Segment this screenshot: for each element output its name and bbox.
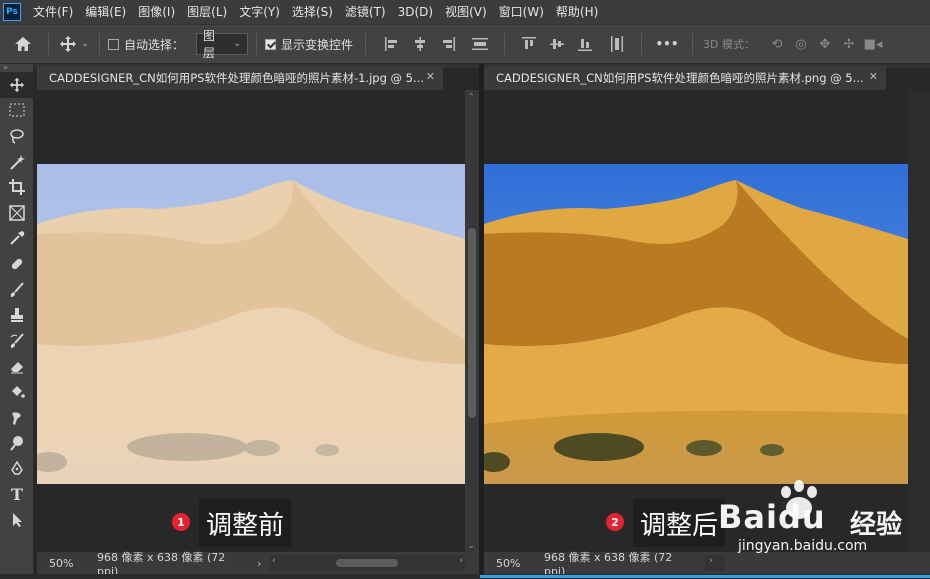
3d-orbit-icon[interactable]: ⟲ — [765, 37, 789, 52]
align-hcenter-icon[interactable] — [406, 37, 434, 51]
auto-select-checkbox[interactable] — [108, 38, 119, 50]
3d-scale-icon[interactable]: ■◂ — [861, 37, 885, 52]
auto-select-dropdown[interactable]: 图层 ⌄ — [196, 29, 249, 60]
menu-edit[interactable]: 编辑(E) — [79, 0, 132, 24]
baidu-jingyan-watermark: Baidu 经验 jingyan.baidu.com — [716, 478, 926, 558]
scroll-thumb[interactable] — [336, 559, 398, 567]
clone-stamp-icon[interactable] — [0, 302, 34, 328]
menu-file[interactable]: 文件(F) — [27, 0, 79, 24]
move-icon[interactable] — [0, 72, 34, 98]
healing-brush-icon[interactable] — [0, 251, 34, 277]
smudge-icon[interactable] — [0, 405, 34, 431]
document-canvas-1[interactable] — [37, 90, 465, 552]
options-bar: ⌄ 自动选择： 图层 ⌄ 显示变换控件 ••• 3D 模式： ⟲ ◎ ✥ ✢ ■… — [0, 24, 930, 64]
chevron-right-icon[interactable]: › — [257, 557, 261, 570]
more-options-icon[interactable]: ••• — [652, 37, 682, 51]
chevron-left-icon[interactable]: ‹ — [272, 556, 276, 566]
brush-icon[interactable] — [0, 277, 34, 303]
auto-select-value: 图层 — [203, 29, 216, 60]
step-badge-2: 2 — [606, 513, 624, 531]
magic-wand-icon[interactable] — [0, 149, 34, 175]
desert-photo-before — [37, 164, 465, 484]
vertical-scrollbar-1[interactable]: ⌃ ⌄ — [465, 90, 479, 552]
menu-type[interactable]: 文字(Y) — [233, 0, 286, 24]
after-label: 调整后 — [633, 499, 726, 547]
frame-icon[interactable] — [0, 200, 34, 226]
watermark-brand: Baidu — [718, 498, 826, 536]
menu-window[interactable]: 窗口(W) — [493, 0, 550, 24]
watermark-url: jingyan.baidu.com — [738, 538, 868, 554]
scroll-thumb[interactable] — [468, 228, 476, 418]
chevron-down-icon[interactable]: ⌄ — [468, 541, 475, 550]
type-icon[interactable]: T — [0, 482, 34, 508]
menu-help[interactable]: 帮助(H) — [550, 0, 604, 24]
before-label: 调整前 — [199, 499, 292, 547]
menu-bar: Ps 文件(F) 编辑(E) 图像(I) 图层(L) 文字(Y) 选择(S) 滤… — [0, 0, 930, 24]
close-icon[interactable]: ✕ — [869, 70, 878, 83]
menu-view[interactable]: 视图(V) — [439, 0, 493, 24]
dodge-icon[interactable] — [0, 430, 34, 456]
show-transform-checkbox[interactable] — [265, 38, 277, 50]
desert-photo-after — [484, 164, 908, 484]
align-right-icon[interactable] — [434, 37, 462, 51]
align-vcenter-icon[interactable] — [543, 36, 571, 52]
align-left-icon[interactable] — [378, 37, 406, 51]
distribute-v-icon[interactable] — [603, 36, 631, 52]
tools-panel: » T — [0, 64, 34, 579]
pen-icon[interactable] — [0, 456, 34, 482]
bottom-edge — [0, 574, 930, 579]
chevron-right-icon[interactable]: › — [459, 556, 463, 566]
auto-select-label: 自动选择： — [124, 37, 185, 52]
zoom-level[interactable]: 50% — [37, 557, 85, 570]
home-icon[interactable] — [6, 36, 40, 52]
chevron-down-icon: ⌄ — [233, 39, 242, 49]
menu-filter[interactable]: 滤镜(T) — [339, 0, 392, 24]
history-brush-icon[interactable] — [0, 328, 34, 354]
paint-bucket-icon[interactable] — [0, 379, 34, 405]
document-tab-2[interactable]: CADDESIGNER_CN如何用PS软件处理颜色暗哑的照片素材.png @ 5… — [484, 66, 886, 90]
document-tab-title: CADDESIGNER_CN如何用PS软件处理颜色暗哑的照片素材.png @ 5… — [496, 71, 864, 85]
step-badge-1: 1 — [172, 513, 190, 531]
distribute-icon[interactable] — [466, 37, 494, 51]
path-selection-icon[interactable] — [0, 507, 34, 533]
lasso-icon[interactable] — [0, 123, 34, 149]
zoom-level[interactable]: 50% — [484, 557, 532, 570]
document-tab-1[interactable]: CADDESIGNER_CN如何用PS软件处理颜色暗哑的照片素材-1.jpg @… — [37, 66, 443, 90]
marquee-icon[interactable] — [0, 98, 34, 124]
scroll-progress-bar — [480, 575, 930, 578]
move-tool-preset-icon[interactable]: ⌄ — [57, 35, 91, 53]
collapse-toolbar-icon[interactable]: » — [0, 64, 33, 72]
align-bottom-icon[interactable] — [571, 36, 599, 52]
3d-pan-icon[interactable]: ✥ — [813, 37, 837, 52]
crop-icon[interactable] — [0, 174, 34, 200]
3d-roll-icon[interactable]: ◎ — [789, 37, 813, 52]
close-icon[interactable]: ✕ — [426, 70, 435, 83]
eyedropper-icon[interactable] — [0, 226, 34, 252]
3d-mode-label: 3D 模式： — [703, 38, 755, 51]
3d-slide-icon[interactable]: ✢ — [837, 37, 861, 52]
show-transform-label: 显示变换控件 — [281, 37, 354, 52]
document-tab-title: CADDESIGNER_CN如何用PS软件处理颜色暗哑的照片素材-1.jpg @… — [49, 71, 424, 85]
eraser-icon[interactable] — [0, 354, 34, 380]
chevron-right-icon[interactable]: › — [709, 556, 713, 566]
horizontal-scrollbar-1[interactable]: ‹ › — [270, 555, 465, 571]
photoshop-logo-icon: Ps — [3, 3, 21, 21]
menu-layer[interactable]: 图层(L) — [181, 0, 233, 24]
chevron-up-icon[interactable]: ⌃ — [468, 92, 475, 101]
menu-image[interactable]: 图像(I) — [132, 0, 181, 24]
align-top-icon[interactable] — [515, 36, 543, 52]
menu-3d[interactable]: 3D(D) — [392, 0, 439, 24]
watermark-jingyan: 经验 — [850, 510, 903, 540]
menu-select[interactable]: 选择(S) — [286, 0, 339, 24]
